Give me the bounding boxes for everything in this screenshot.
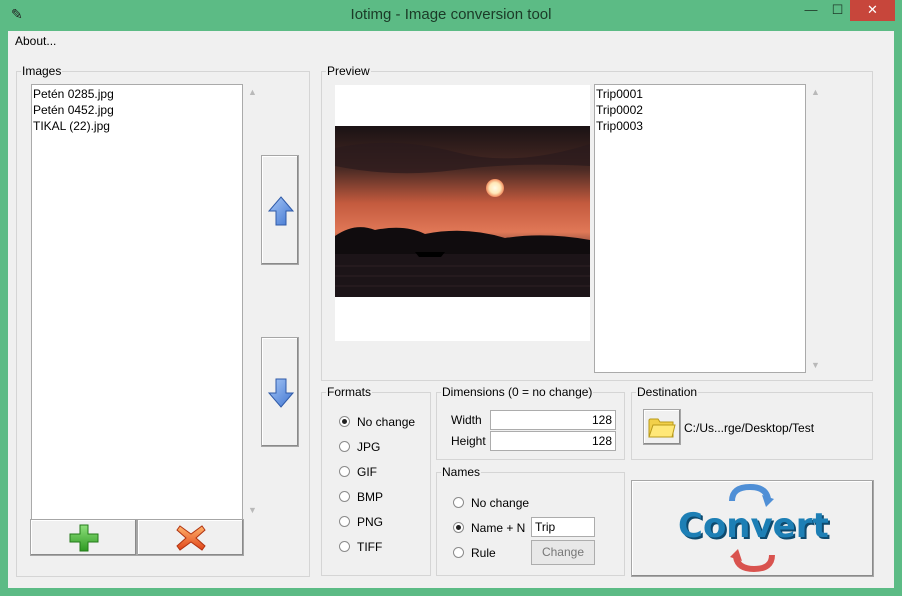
- formats-legend: Formats: [327, 385, 372, 399]
- radio-label: BMP: [357, 490, 384, 504]
- new-names-list[interactable]: Trip0001 Trip0002 Trip0003: [594, 84, 806, 373]
- preview-legend: Preview: [327, 64, 370, 78]
- remove-image-button[interactable]: [137, 519, 244, 556]
- radio-label: No change: [471, 496, 530, 510]
- preview-canvas: [335, 85, 590, 341]
- images-scroll-up-icon[interactable]: ▲: [248, 87, 257, 97]
- menu-about[interactable]: About...: [15, 34, 56, 48]
- list-item[interactable]: Petén 0452.jpg: [33, 102, 241, 118]
- images-scroll-down-icon[interactable]: ▼: [248, 505, 257, 515]
- radio-button[interactable]: [339, 466, 350, 477]
- width-label: Width: [451, 413, 482, 427]
- window-title: Iotimg - Image conversion tool: [350, 6, 552, 23]
- list-item[interactable]: Petén 0285.jpg: [33, 86, 241, 102]
- list-item[interactable]: TIKAL (22).jpg: [33, 118, 241, 134]
- menu-bar: About...: [8, 31, 894, 51]
- destination-path: C:/Us...rge/Desktop/Test: [684, 421, 815, 435]
- folder-icon: [648, 418, 676, 438]
- radio-label: Name + N: [471, 521, 526, 535]
- title-bar: ✎ Iotimg - Image conversion tool — ☐ ✕: [0, 0, 902, 31]
- images-legend: Images: [22, 64, 62, 78]
- radio-button[interactable]: [453, 522, 464, 533]
- radio-button[interactable]: [453, 497, 464, 508]
- convert-label: Convert: [678, 506, 829, 546]
- names-legend: Names: [442, 465, 481, 479]
- radio-button[interactable]: [339, 541, 350, 552]
- minimize-button[interactable]: —: [797, 0, 825, 21]
- maximize-button[interactable]: ☐: [825, 0, 850, 21]
- radio-button[interactable]: [453, 547, 464, 558]
- height-input[interactable]: 128: [490, 431, 616, 451]
- add-image-button[interactable]: [30, 519, 137, 556]
- radio-label: JPG: [357, 440, 381, 454]
- convert-button[interactable]: Convert: [631, 480, 874, 577]
- radio-label: Rule: [471, 546, 496, 560]
- close-button[interactable]: ✕: [850, 0, 895, 21]
- destination-legend: Destination: [637, 385, 698, 399]
- height-label: Height: [451, 434, 486, 448]
- radio-button[interactable]: [339, 516, 350, 527]
- radio-label: TIFF: [357, 540, 383, 554]
- width-input[interactable]: 128: [490, 410, 616, 430]
- plus-icon: [69, 524, 99, 552]
- name-prefix-input[interactable]: Trip: [531, 517, 595, 537]
- list-item[interactable]: Trip0002: [596, 102, 804, 118]
- arrow-up-icon: [267, 196, 295, 226]
- radio-button[interactable]: [339, 441, 350, 452]
- change-rule-button[interactable]: Change: [531, 540, 595, 565]
- list-item[interactable]: Trip0003: [596, 118, 804, 134]
- radio-label: GIF: [357, 465, 377, 479]
- move-up-button[interactable]: [261, 155, 299, 265]
- dimensions-legend: Dimensions (0 = no change): [442, 385, 593, 399]
- sunset-preview-image: [335, 126, 590, 297]
- x-icon: [176, 525, 206, 551]
- names-scroll-down-icon[interactable]: ▼: [811, 360, 820, 370]
- client-area: About... Images Petén 0285.jpg Petén 045…: [8, 31, 894, 588]
- images-list[interactable]: Petén 0285.jpg Petén 0452.jpg TIKAL (22)…: [31, 84, 243, 520]
- radio-button[interactable]: [339, 416, 350, 427]
- browse-destination-button[interactable]: [643, 409, 681, 445]
- radio-button[interactable]: [339, 491, 350, 502]
- move-down-button[interactable]: [261, 337, 299, 447]
- arrow-down-icon: [267, 378, 295, 408]
- names-scroll-up-icon[interactable]: ▲: [811, 87, 820, 97]
- list-item[interactable]: Trip0001: [596, 86, 804, 102]
- radio-label: PNG: [357, 515, 384, 529]
- radio-label: No change: [357, 415, 416, 429]
